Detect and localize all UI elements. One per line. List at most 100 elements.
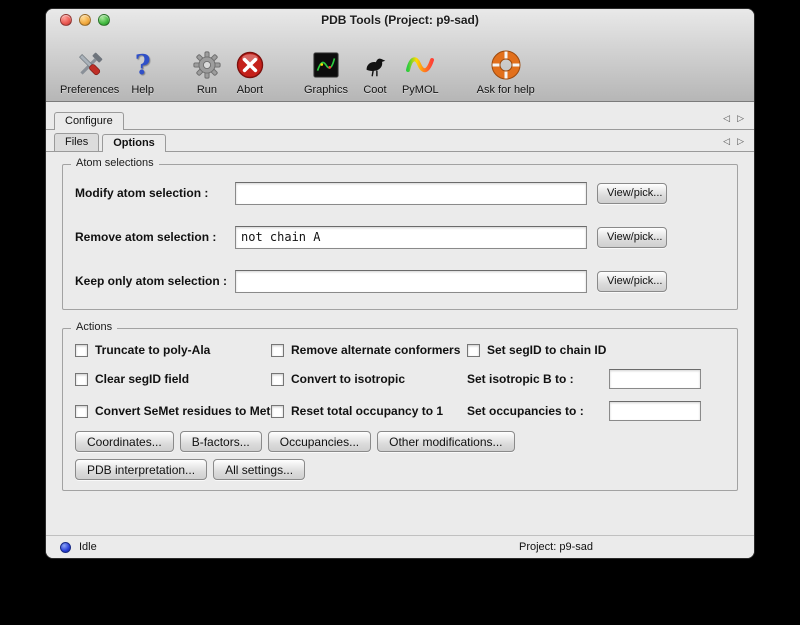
status-text: Idle xyxy=(79,541,97,553)
atom-selections-group: Atom selections Modify atom selection : … xyxy=(62,164,738,310)
scroll-left-icon[interactable]: ◁ xyxy=(723,136,730,147)
actions-checkbox-grid: Truncate to poly-Ala Remove alternate co… xyxy=(63,329,737,421)
titlebar[interactable]: PDB Tools (Project: p9-sad) xyxy=(46,9,754,31)
pdb-interpretation-button[interactable]: PDB interpretation... xyxy=(75,459,207,480)
remove-selection-label: Remove atom selection : xyxy=(75,230,235,244)
tab-files-label: Files xyxy=(65,136,88,148)
keep-selection-input[interactable] xyxy=(235,270,587,293)
desktop: PDB Tools (Project: p9-sad) xyxy=(0,0,800,625)
set-segid-chainid-label: Set segID to chain ID xyxy=(487,343,606,357)
window-header: PDB Tools (Project: p9-sad) xyxy=(46,9,754,102)
toolbar-button-run[interactable]: Run xyxy=(192,46,222,96)
lifering-icon xyxy=(490,46,522,84)
configure-tab-row: Configure ◁ ▷ xyxy=(46,108,754,130)
clear-segid-checkbox[interactable] xyxy=(75,373,88,386)
coordinates-button[interactable]: Coordinates... xyxy=(75,431,174,452)
set-isotropic-b-field: Set isotropic B to : xyxy=(467,369,727,389)
toolbar: Preferences ? Help xyxy=(46,31,754,101)
abort-icon xyxy=(234,46,266,84)
scroll-right-icon[interactable]: ▷ xyxy=(737,136,744,147)
set-isotropic-b-input[interactable] xyxy=(609,369,701,389)
actions-button-row-2: PDB interpretation... All settings... xyxy=(63,459,737,480)
keep-selection-row: Keep only atom selection : View/pick... xyxy=(63,259,737,303)
clear-segid-option: Clear segID field xyxy=(75,372,271,386)
convert-isotropic-checkbox[interactable] xyxy=(271,373,284,386)
zoom-button[interactable] xyxy=(98,14,110,26)
toolbar-button-help[interactable]: ? Help xyxy=(131,46,154,96)
keep-view-pick-button[interactable]: View/pick... xyxy=(597,271,667,292)
tab-configure[interactable]: Configure xyxy=(54,112,124,130)
toolbar-button-pymol[interactable]: PyMOL xyxy=(402,46,439,96)
gear-icon xyxy=(192,46,222,84)
set-isotropic-b-label: Set isotropic B to : xyxy=(467,372,609,386)
tab-files[interactable]: Files xyxy=(54,133,99,152)
set-occupancies-input[interactable] xyxy=(609,401,701,421)
pymol-ribbon-icon xyxy=(404,46,436,84)
coot-bird-icon xyxy=(360,46,390,84)
remove-selection-input[interactable] xyxy=(235,226,587,249)
convert-isotropic-label: Convert to isotropic xyxy=(291,372,405,386)
modify-selection-row: Modify atom selection : View/pick... xyxy=(63,171,737,215)
toolbar-label-abort: Abort xyxy=(237,84,263,96)
scroll-left-icon[interactable]: ◁ xyxy=(723,113,730,124)
close-button[interactable] xyxy=(60,14,72,26)
truncate-poly-ala-option: Truncate to poly-Ala xyxy=(75,343,271,357)
toolbar-label-run: Run xyxy=(197,84,217,96)
truncate-poly-ala-checkbox[interactable] xyxy=(75,344,88,357)
remove-alt-conformers-checkbox[interactable] xyxy=(271,344,284,357)
modify-view-pick-button[interactable]: View/pick... xyxy=(597,183,667,204)
pdb-tools-window: PDB Tools (Project: p9-sad) xyxy=(45,8,755,559)
project-label: Project: p9-sad xyxy=(519,541,593,553)
toolbar-label-preferences: Preferences xyxy=(60,84,119,96)
other-modifications-button[interactable]: Other modifications... xyxy=(377,431,514,452)
occupancies-button[interactable]: Occupancies... xyxy=(268,431,371,452)
atom-selections-title: Atom selections xyxy=(71,157,159,169)
b-factors-button[interactable]: B-factors... xyxy=(180,431,262,452)
tab-scroll-arrows: ◁ ▷ xyxy=(723,113,744,124)
convert-semet-checkbox[interactable] xyxy=(75,405,88,418)
modify-selection-input[interactable] xyxy=(235,182,587,205)
question-icon: ? xyxy=(135,46,151,84)
all-settings-button[interactable]: All settings... xyxy=(213,459,305,480)
toolbar-label-graphics: Graphics xyxy=(304,84,348,96)
toolbar-button-preferences[interactable]: Preferences xyxy=(60,46,119,96)
remove-alt-conformers-option: Remove alternate conformers xyxy=(271,343,467,357)
minimize-button[interactable] xyxy=(79,14,91,26)
toolbar-button-ask-for-help[interactable]: Ask for help xyxy=(477,46,535,96)
toolbar-label-pymol: PyMOL xyxy=(402,84,439,96)
files-options-tab-row: Files Options ◁ ▷ xyxy=(46,132,754,152)
toolbar-button-abort[interactable]: Abort xyxy=(234,46,266,96)
remove-view-pick-button[interactable]: View/pick... xyxy=(597,227,667,248)
actions-button-row-1: Coordinates... B-factors... Occupancies.… xyxy=(63,431,737,452)
toolbar-button-graphics[interactable]: Graphics xyxy=(304,46,348,96)
toolbar-label-coot: Coot xyxy=(363,84,386,96)
status-indicator-icon xyxy=(60,542,71,553)
tab-options-label: Options xyxy=(113,137,155,149)
convert-semet-label: Convert SeMet residues to Met xyxy=(95,404,270,418)
reset-occupancy-option: Reset total occupancy to 1 xyxy=(271,404,467,418)
reset-occupancy-checkbox[interactable] xyxy=(271,405,284,418)
keep-selection-label: Keep only atom selection : xyxy=(75,274,235,288)
set-segid-chainid-checkbox[interactable] xyxy=(467,344,480,357)
convert-isotropic-option: Convert to isotropic xyxy=(271,372,467,386)
set-occupancies-field: Set occupancies to : xyxy=(467,401,727,421)
window-title: PDB Tools (Project: p9-sad) xyxy=(321,13,479,27)
modify-selection-label: Modify atom selection : xyxy=(75,186,235,200)
remove-selection-row: Remove atom selection : View/pick... xyxy=(63,215,737,259)
set-segid-chainid-option: Set segID to chain ID xyxy=(467,343,727,357)
toolbar-label-ask-for-help: Ask for help xyxy=(477,84,535,96)
actions-title: Actions xyxy=(71,321,117,333)
convert-semet-option: Convert SeMet residues to Met xyxy=(75,404,271,418)
tab-configure-label: Configure xyxy=(65,115,113,127)
scroll-right-icon[interactable]: ▷ xyxy=(737,113,744,124)
tab-options[interactable]: Options xyxy=(102,134,166,152)
toolbar-button-coot[interactable]: Coot xyxy=(360,46,390,96)
remove-alt-conformers-label: Remove alternate conformers xyxy=(291,343,460,357)
tools-icon xyxy=(74,46,106,84)
clear-segid-label: Clear segID field xyxy=(95,372,189,386)
tab-scroll-arrows: ◁ ▷ xyxy=(723,136,744,147)
set-occupancies-label: Set occupancies to : xyxy=(467,404,609,418)
status-bar: Idle Project: p9-sad xyxy=(46,535,754,558)
truncate-poly-ala-label: Truncate to poly-Ala xyxy=(95,343,210,357)
traffic-lights xyxy=(60,14,110,26)
